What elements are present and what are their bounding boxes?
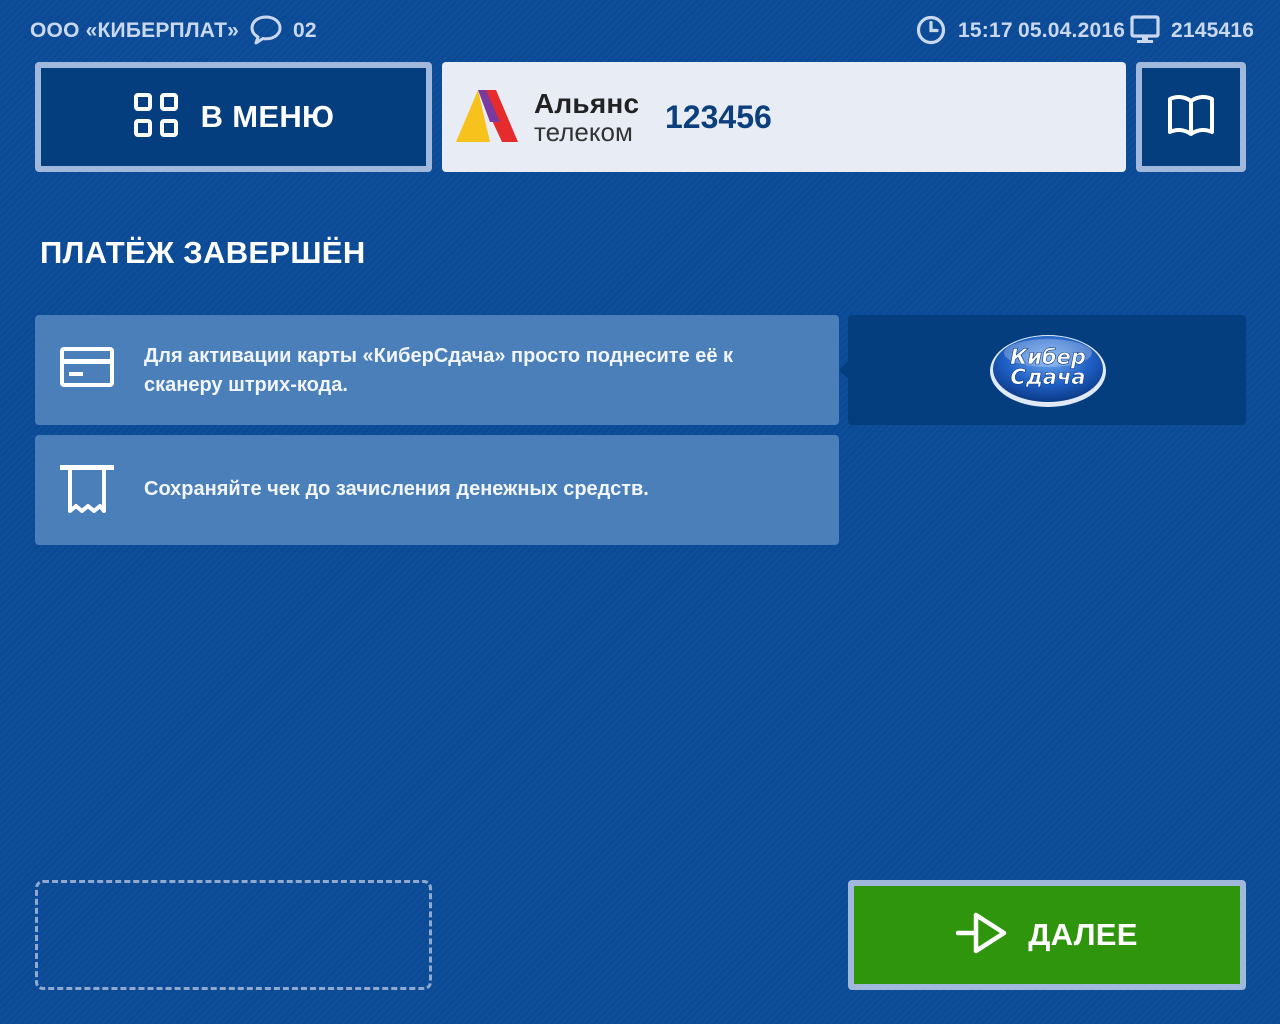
next-button-label: ДАЛЕЕ [1028,917,1138,952]
arrow-right-icon [956,910,1008,961]
terminal-id: 2145416 [1171,19,1255,42]
help-book-button[interactable] [1136,62,1246,172]
provider-name: Альянс [534,88,640,119]
provider-logo [456,88,524,151]
kibersdacha-promo: Кибер Сдача [839,315,1246,425]
notice-card-activation: Для активации карты «КиберСдача» просто … [35,315,839,425]
logo-text-line2: Сдача [1010,365,1085,389]
page-title: ПЛАТЁЖ ЗАВЕРШЁН [40,235,366,270]
kibersdacha-logo: Кибер Сдача [986,327,1110,416]
messages-count: 02 [293,19,317,42]
receipt-icon [60,465,114,518]
notice-text: Сохраняйте чек до зачисления денежных ср… [144,478,649,500]
card-icon [60,347,114,392]
book-icon [1166,92,1216,143]
account-number: 123456 [665,99,772,135]
menu-button[interactable]: В МЕНЮ [35,62,432,172]
chat-bubble-icon [249,14,283,51]
callout-arrow [839,361,848,379]
menu-button-label: В МЕНЮ [200,99,335,134]
empty-button-slot [35,880,432,990]
company-name: ООО «КИБЕРПЛАТ» [30,19,239,42]
status-bar: ООО «КИБЕРПЛАТ» 02 15:17 05.04.2016 2145… [0,0,1280,62]
clock-date: 05.04.2016 [1018,19,1126,42]
provider-name-sub: телеком [534,117,633,147]
next-button[interactable]: ДАЛЕЕ [848,880,1246,990]
provider-panel: Альянс телеком 123456 [442,62,1126,172]
notice-keep-receipt: Сохраняйте чек до зачисления денежных ср… [35,435,839,545]
notice-text: Для активации карты «КиберСдача» просто … [144,345,734,396]
grid-icon [133,92,179,143]
clock-time: 15:17 [958,19,1013,42]
monitor-icon [1129,14,1161,51]
clock-icon [915,14,947,51]
